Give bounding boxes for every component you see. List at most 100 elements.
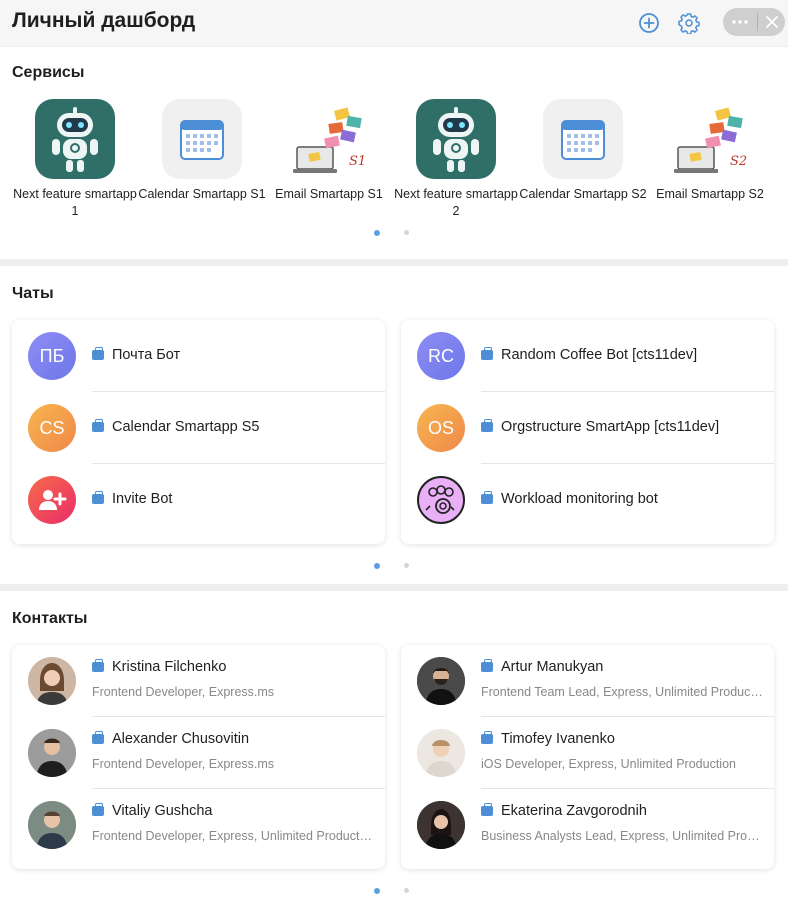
chats-section: Чаты ПБ Почта Бот CS Calendar Smartapp S… <box>0 266 788 584</box>
chat-name: Invite Bot <box>112 491 173 507</box>
avatar: ПБ <box>28 332 76 380</box>
contact-name: Artur Manukyan <box>501 659 604 675</box>
pager-dot-active[interactable] <box>374 888 380 894</box>
pager-dot[interactable] <box>404 888 409 893</box>
briefcase-icon <box>92 491 104 504</box>
close-icon[interactable] <box>759 8 785 36</box>
contacts-card-left: Kristina Filchenko Frontend Developer, E… <box>12 645 385 869</box>
services-section: Сервисы Next feature smartapp 1 Calendar… <box>0 47 788 259</box>
briefcase-icon <box>481 659 493 672</box>
service-label: Email Smartapp S2 <box>656 187 764 201</box>
service-tile-email-s2[interactable]: S2 Email Smartapp S2 <box>645 99 775 203</box>
service-tile-email-s1[interactable]: S1 Email Smartapp S1 <box>264 99 394 203</box>
briefcase-icon <box>481 491 493 504</box>
chat-row[interactable]: RC Random Coffee Bot [cts11dev] <box>401 320 774 392</box>
service-tile-next-feature-2[interactable]: Next feature smartapp 2 <box>391 99 521 220</box>
email-badge: S2 <box>730 154 747 169</box>
service-label: Email Smartapp S1 <box>275 187 383 201</box>
email-icon: S2 <box>670 99 750 179</box>
avatar <box>28 729 76 777</box>
service-tile-calendar-s2[interactable]: Calendar Smartapp S2 <box>518 99 648 203</box>
avatar <box>417 657 465 705</box>
chat-row[interactable]: Workload monitoring bot <box>401 464 774 536</box>
contact-name: Ekaterina Zavgorodnih <box>501 803 647 819</box>
contact-name: Alexander Chusovitin <box>112 731 250 747</box>
service-tile-next-feature-1[interactable]: Next feature smartapp 1 <box>10 99 140 220</box>
service-label: Next feature smartapp 2 <box>394 187 518 218</box>
section-title-chats: Чаты <box>12 285 54 302</box>
avatar <box>417 801 465 849</box>
avatar <box>28 801 76 849</box>
service-tile-calendar-s1[interactable]: Calendar Smartapp S1 <box>137 99 267 203</box>
contacts-card-right: Artur Manukyan Frontend Team Lead, Expre… <box>401 645 774 869</box>
contact-row[interactable]: Artur Manukyan Frontend Team Lead, Expre… <box>401 645 774 717</box>
chat-row[interactable]: Invite Bot <box>12 464 385 536</box>
chat-row[interactable]: CS Calendar Smartapp S5 <box>12 392 385 464</box>
service-label: Calendar Smartapp S1 <box>138 187 266 201</box>
avatar: CS <box>28 404 76 452</box>
more-icon[interactable] <box>723 8 757 36</box>
briefcase-icon <box>481 347 493 360</box>
calendar-icon <box>543 99 623 179</box>
divider <box>757 13 758 31</box>
pager-dot-active[interactable] <box>374 230 380 236</box>
contact-row[interactable]: Alexander Chusovitin Frontend Developer,… <box>12 717 385 789</box>
briefcase-icon <box>481 731 493 744</box>
avatar <box>28 657 76 705</box>
robot-icon <box>35 99 115 179</box>
pager-dot-active[interactable] <box>374 563 380 569</box>
contact-role: Frontend Developer, Express.ms <box>92 757 275 771</box>
contact-row[interactable]: Vitaliy Gushcha Frontend Developer, Expr… <box>12 789 385 861</box>
chat-row[interactable]: OS Orgstructure SmartApp [cts11dev] <box>401 392 774 464</box>
section-title-services: Сервисы <box>12 64 85 81</box>
contact-role: Frontend Developer, Express.ms <box>92 685 275 699</box>
contact-role: Frontend Team Lead, Express, Unlimited P… <box>481 685 763 699</box>
avatar: OS <box>417 404 465 452</box>
contact-row[interactable]: Kristina Filchenko Frontend Developer, E… <box>12 645 385 717</box>
pager-dot[interactable] <box>404 563 409 568</box>
briefcase-icon <box>481 803 493 816</box>
contact-name: Kristina Filchenko <box>112 659 227 675</box>
contact-role: Business Analysts Lead, Express, Unlimit… <box>481 829 763 843</box>
briefcase-icon <box>92 803 104 816</box>
chat-name: Workload monitoring bot <box>501 491 658 507</box>
briefcase-icon <box>92 419 104 432</box>
service-label: Calendar Smartapp S2 <box>519 187 647 201</box>
chats-pager <box>0 563 788 571</box>
briefcase-icon <box>92 659 104 672</box>
chat-name: Почта Бот <box>112 347 181 363</box>
email-icon: S1 <box>289 99 369 179</box>
avatar: RC <box>417 332 465 380</box>
page-title: Личный дашборд <box>12 9 196 32</box>
team-icon <box>417 476 465 524</box>
robot-icon <box>416 99 496 179</box>
chat-name: Orgstructure SmartApp [cts11dev] <box>501 419 720 435</box>
add-user-icon <box>28 476 76 524</box>
header-bar: Личный дашборд <box>0 0 788 46</box>
contact-name: Vitaliy Gushcha <box>112 803 213 819</box>
contacts-section: Контакты Kristina Filchenko Frontend Dev… <box>0 591 788 906</box>
window-controls <box>723 8 785 36</box>
contact-row[interactable]: Ekaterina Zavgorodnih Business Analysts … <box>401 789 774 861</box>
add-circle-icon[interactable] <box>638 12 660 34</box>
contact-name: Timofey Ivanenko <box>501 731 615 747</box>
chat-name: Calendar Smartapp S5 <box>112 419 260 435</box>
chats-card-right: RC Random Coffee Bot [cts11dev] OS Orgst… <box>401 320 774 544</box>
gear-icon[interactable] <box>678 12 700 34</box>
briefcase-icon <box>481 419 493 432</box>
pager-dot[interactable] <box>404 230 409 235</box>
service-label: Next feature smartapp 1 <box>13 187 137 218</box>
chat-row[interactable]: ПБ Почта Бот <box>12 320 385 392</box>
briefcase-icon <box>92 731 104 744</box>
email-badge: S1 <box>349 154 366 169</box>
contact-role: iOS Developer, Express, Unlimited Produc… <box>481 757 736 771</box>
contact-role: Frontend Developer, Express, Unlimited P… <box>92 829 374 843</box>
contact-row[interactable]: Timofey Ivanenko iOS Developer, Express,… <box>401 717 774 789</box>
chats-card-left: ПБ Почта Бот CS Calendar Smartapp S5 Inv… <box>12 320 385 544</box>
calendar-icon <box>162 99 242 179</box>
section-title-contacts: Контакты <box>12 610 88 627</box>
briefcase-icon <box>92 347 104 360</box>
avatar <box>417 729 465 777</box>
chat-name: Random Coffee Bot [cts11dev] <box>501 347 698 363</box>
contacts-pager <box>0 888 788 896</box>
